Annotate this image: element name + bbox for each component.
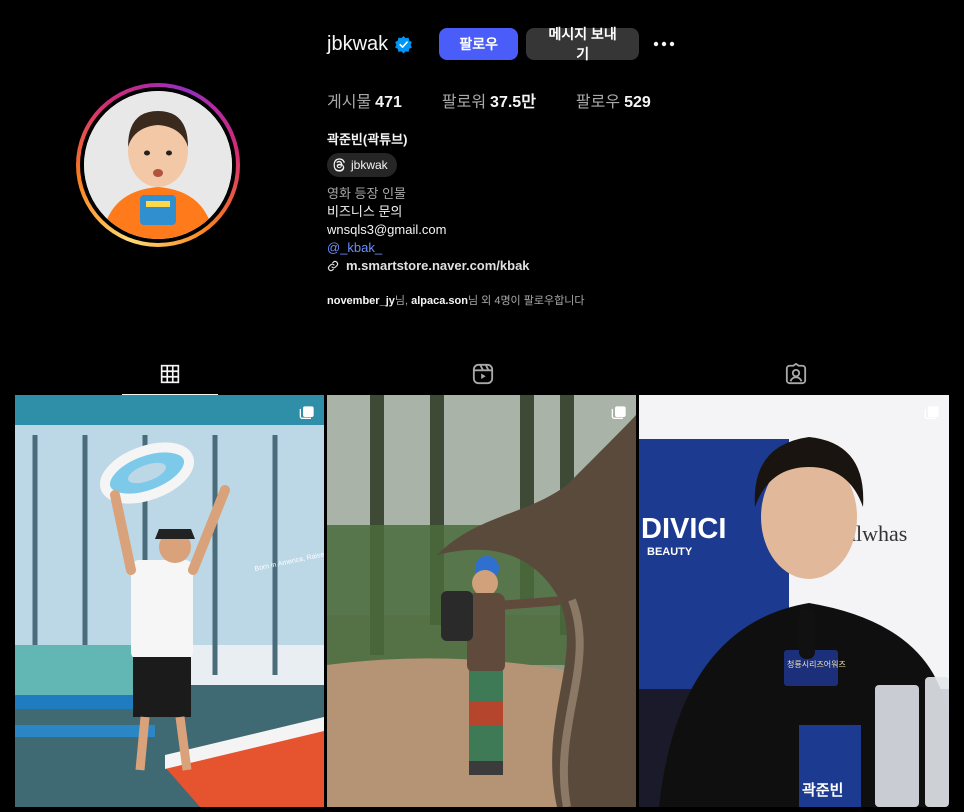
stat-value: 37.5만: [490, 94, 536, 111]
multiple-photos-icon: [299, 406, 314, 419]
external-link-text: m.smartstore.naver.com/kbak: [346, 258, 530, 273]
profile-stats: 게시물 471 팔로워 37.5만 팔로우 529: [327, 88, 691, 112]
grid-icon: [160, 364, 180, 384]
stat-label: 팔로워: [441, 94, 487, 111]
profile-category: 영화 등장 인물: [327, 186, 406, 201]
stat-label: 게시물: [327, 94, 372, 111]
threads-badge[interactable]: jbkwak: [327, 153, 397, 177]
avatar[interactable]: [84, 91, 232, 239]
post-thumbnail[interactable]: DIVICI BEAUTY ulwhas 청룡시리즈어워즈 곽준빈: [639, 395, 949, 807]
multiple-photos-icon: [924, 406, 939, 419]
link-icon: [327, 260, 339, 271]
stat-value: 471: [375, 94, 402, 111]
nameplate-text: 곽준빈: [802, 781, 843, 799]
profile-avatar-ring[interactable]: [76, 83, 240, 247]
multiple-photos-icon: [611, 406, 626, 419]
tab-reels[interactable]: [451, 354, 515, 394]
threads-icon: [333, 158, 345, 172]
followed-by-rest: 님 외 4명이 팔로우합니다: [467, 295, 585, 307]
follower-name: november_jy: [327, 295, 395, 307]
tab-posts[interactable]: [122, 354, 218, 395]
follow-button[interactable]: 팔로우: [439, 28, 519, 60]
full-name: 곽준빈(곽튜브): [327, 132, 408, 147]
following-count[interactable]: 팔로우 529: [576, 88, 651, 112]
follower-name: alpaca.son: [411, 295, 468, 307]
bio-mention-link[interactable]: @_kbak_: [327, 239, 446, 257]
profile-tabs: [0, 354, 964, 395]
reels-icon: [472, 363, 494, 385]
external-link[interactable]: m.smartstore.naver.com/kbak: [327, 258, 530, 273]
bio-email: wnsqls3@gmail.com: [327, 222, 447, 237]
post-thumbnail[interactable]: Born in America, Raised in Okinawa: [15, 395, 324, 807]
followed-by-sep: 님,: [394, 295, 412, 307]
event-text: 청룡시리즈어워즈: [787, 659, 846, 669]
username: jbkwak: [327, 32, 389, 55]
profile-bio: 영화 등장 인물 비즈니스 문의 wnsqls3@gmail.com @_kba…: [327, 185, 446, 257]
post-thumbnail[interactable]: [327, 395, 636, 807]
followed-by[interactable]: november_jy님, alpaca.son님 외 4명이 팔로우합니다: [327, 292, 584, 308]
brand-text: DIVICI: [641, 513, 726, 545]
followers-count[interactable]: 팔로워 37.5만: [442, 88, 536, 112]
posts-count: 게시물 471: [327, 88, 402, 112]
verified-badge-icon: [394, 35, 413, 54]
tab-tagged[interactable]: [764, 354, 828, 394]
stat-label: 팔로우: [575, 94, 621, 111]
message-button[interactable]: 메시지 보내기: [526, 26, 640, 62]
tagged-icon: [785, 363, 807, 385]
stat-value: 529: [624, 94, 651, 111]
threads-handle: jbkwak: [351, 158, 388, 172]
brand-sub-text: BEAUTY: [647, 546, 693, 558]
profile-header: jbkwak 팔로우 메시지 보내기: [327, 26, 675, 62]
more-options-icon[interactable]: [653, 33, 675, 55]
bio-line: 비즈니스 문의: [327, 204, 403, 219]
